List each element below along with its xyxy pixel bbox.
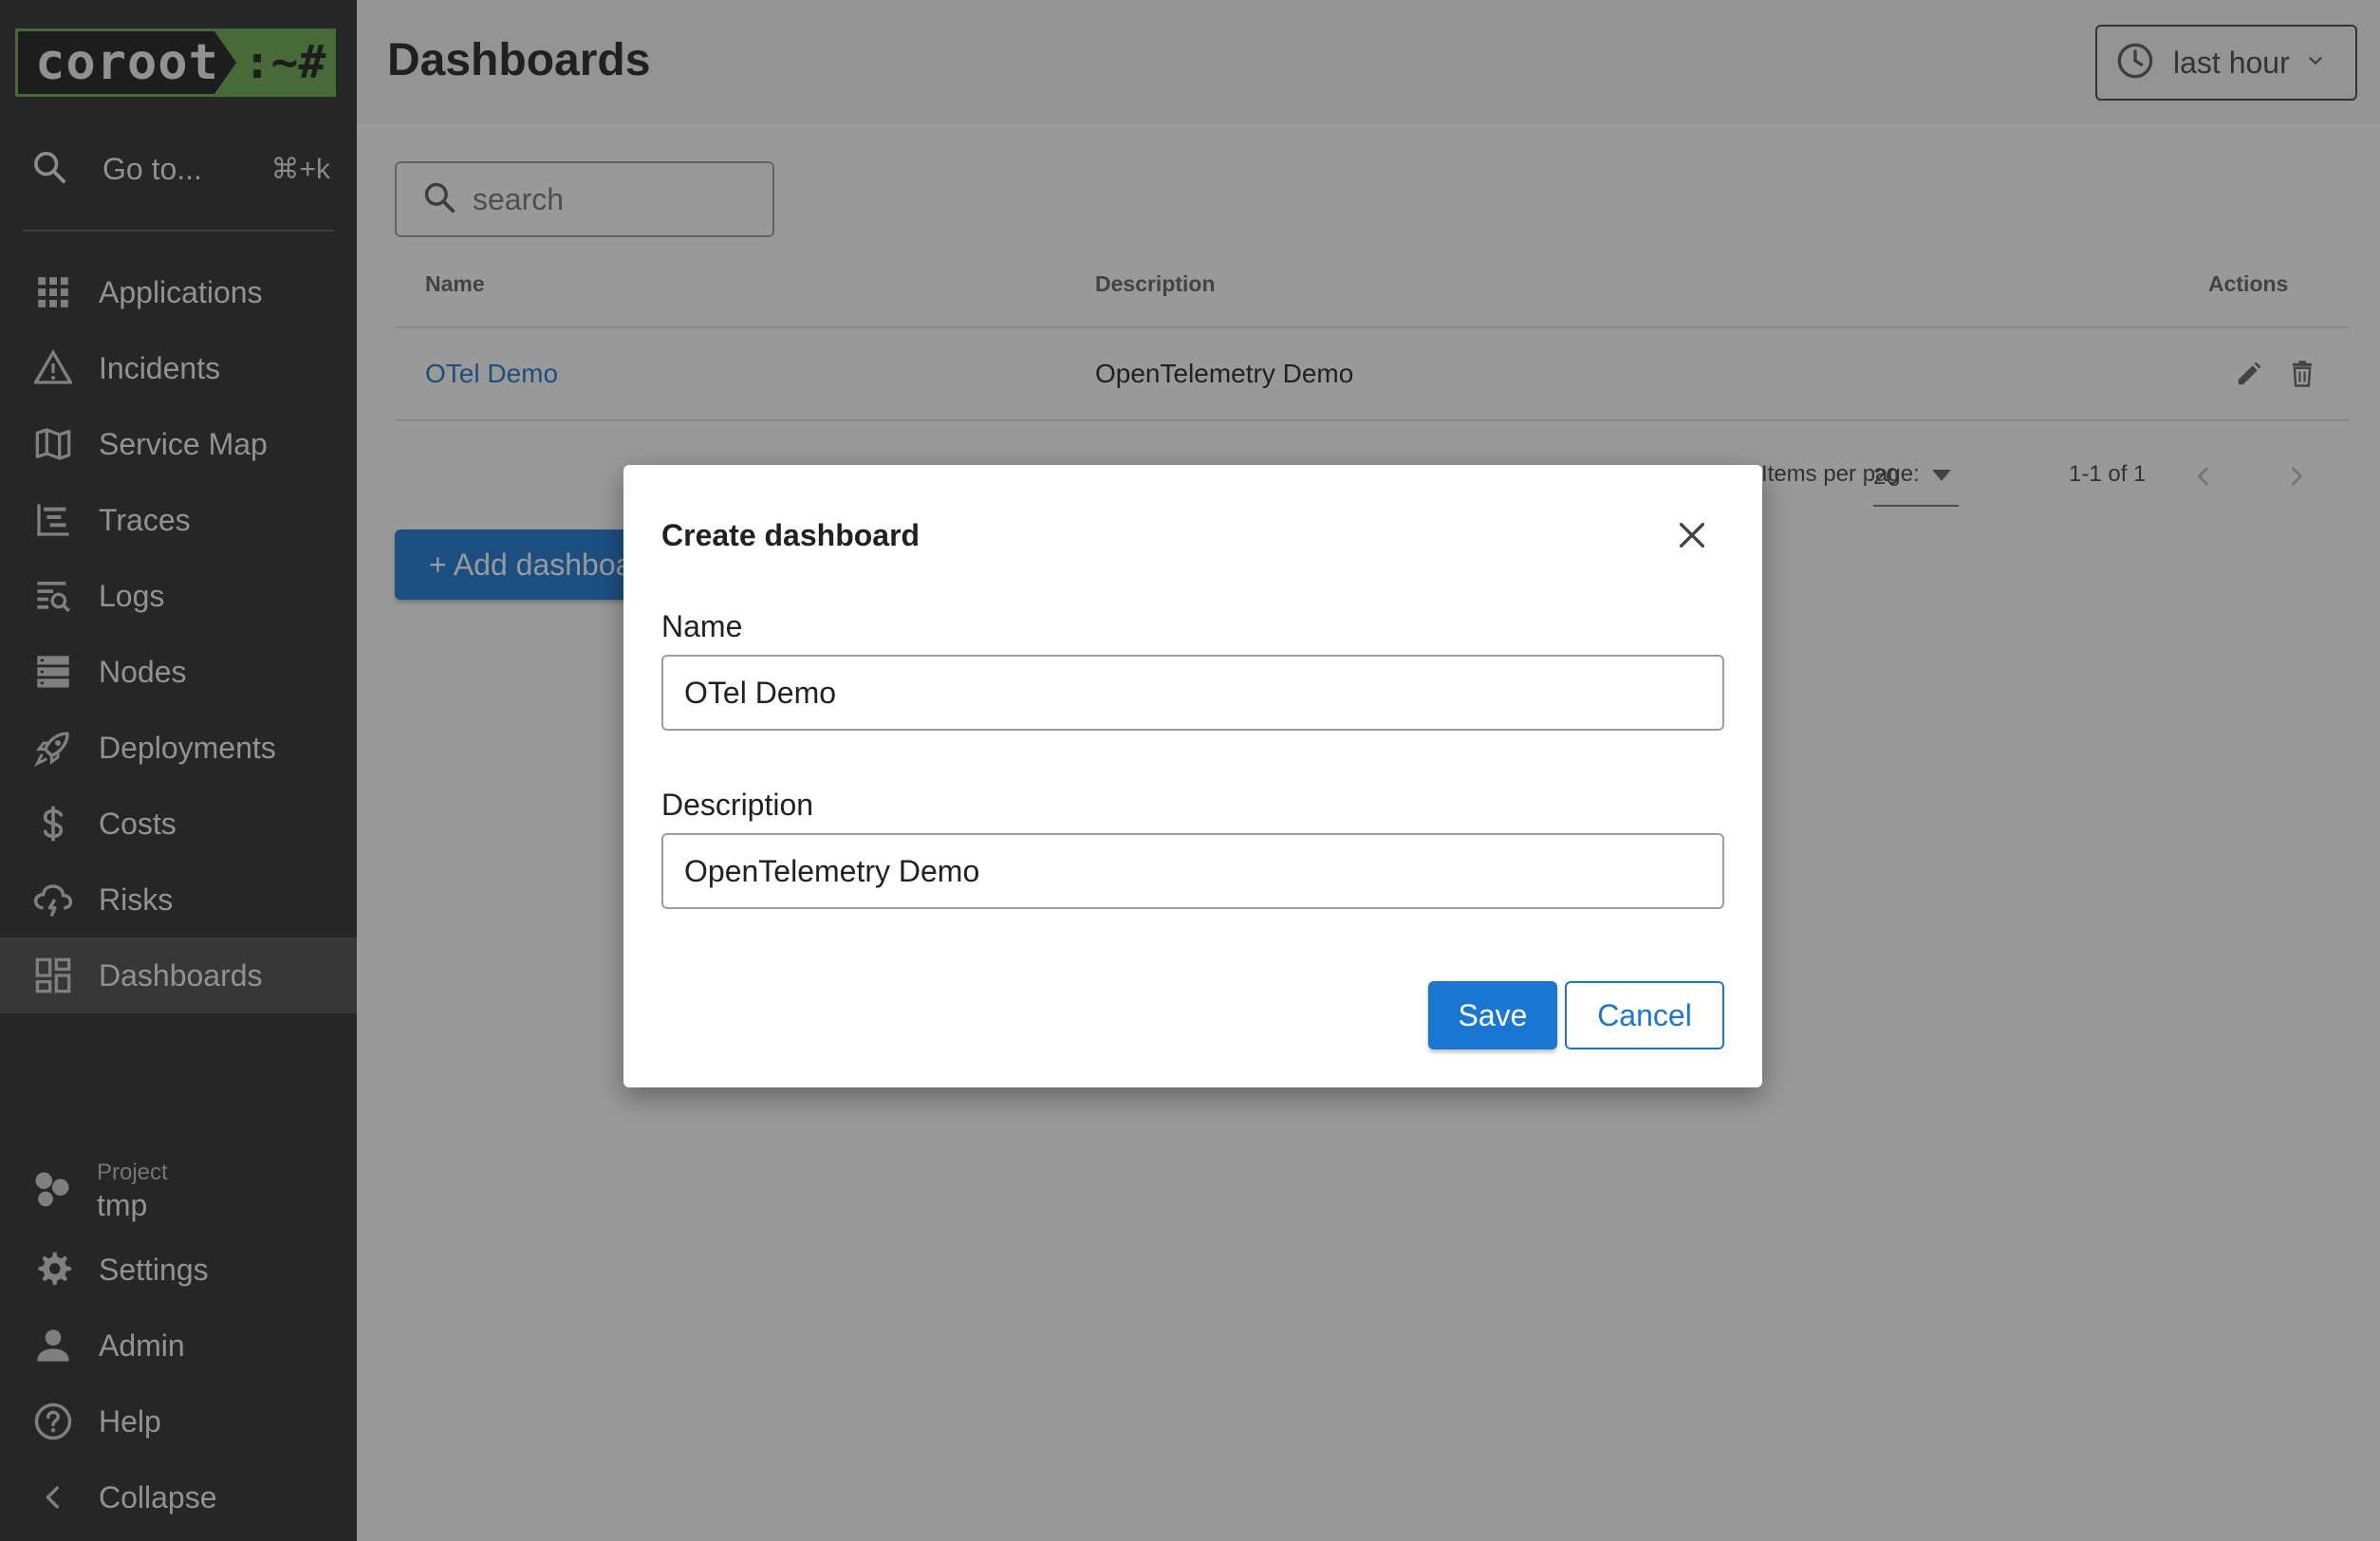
app-root: coroot :~# Go to... ⌘+k Applications Inc… [0,0,2380,1541]
description-label: Description [661,788,814,822]
description-field[interactable] [661,833,1724,909]
create-dashboard-dialog: Create dashboard Name Description Save C… [623,465,1762,1087]
name-input[interactable] [684,675,1722,711]
description-input[interactable] [684,853,1722,889]
name-field[interactable] [661,655,1724,731]
name-label: Name [661,609,743,643]
dialog-title: Create dashboard [661,518,920,552]
close-icon[interactable] [1671,514,1713,556]
save-button[interactable]: Save [1428,981,1557,1049]
cancel-button[interactable]: Cancel [1565,981,1724,1049]
